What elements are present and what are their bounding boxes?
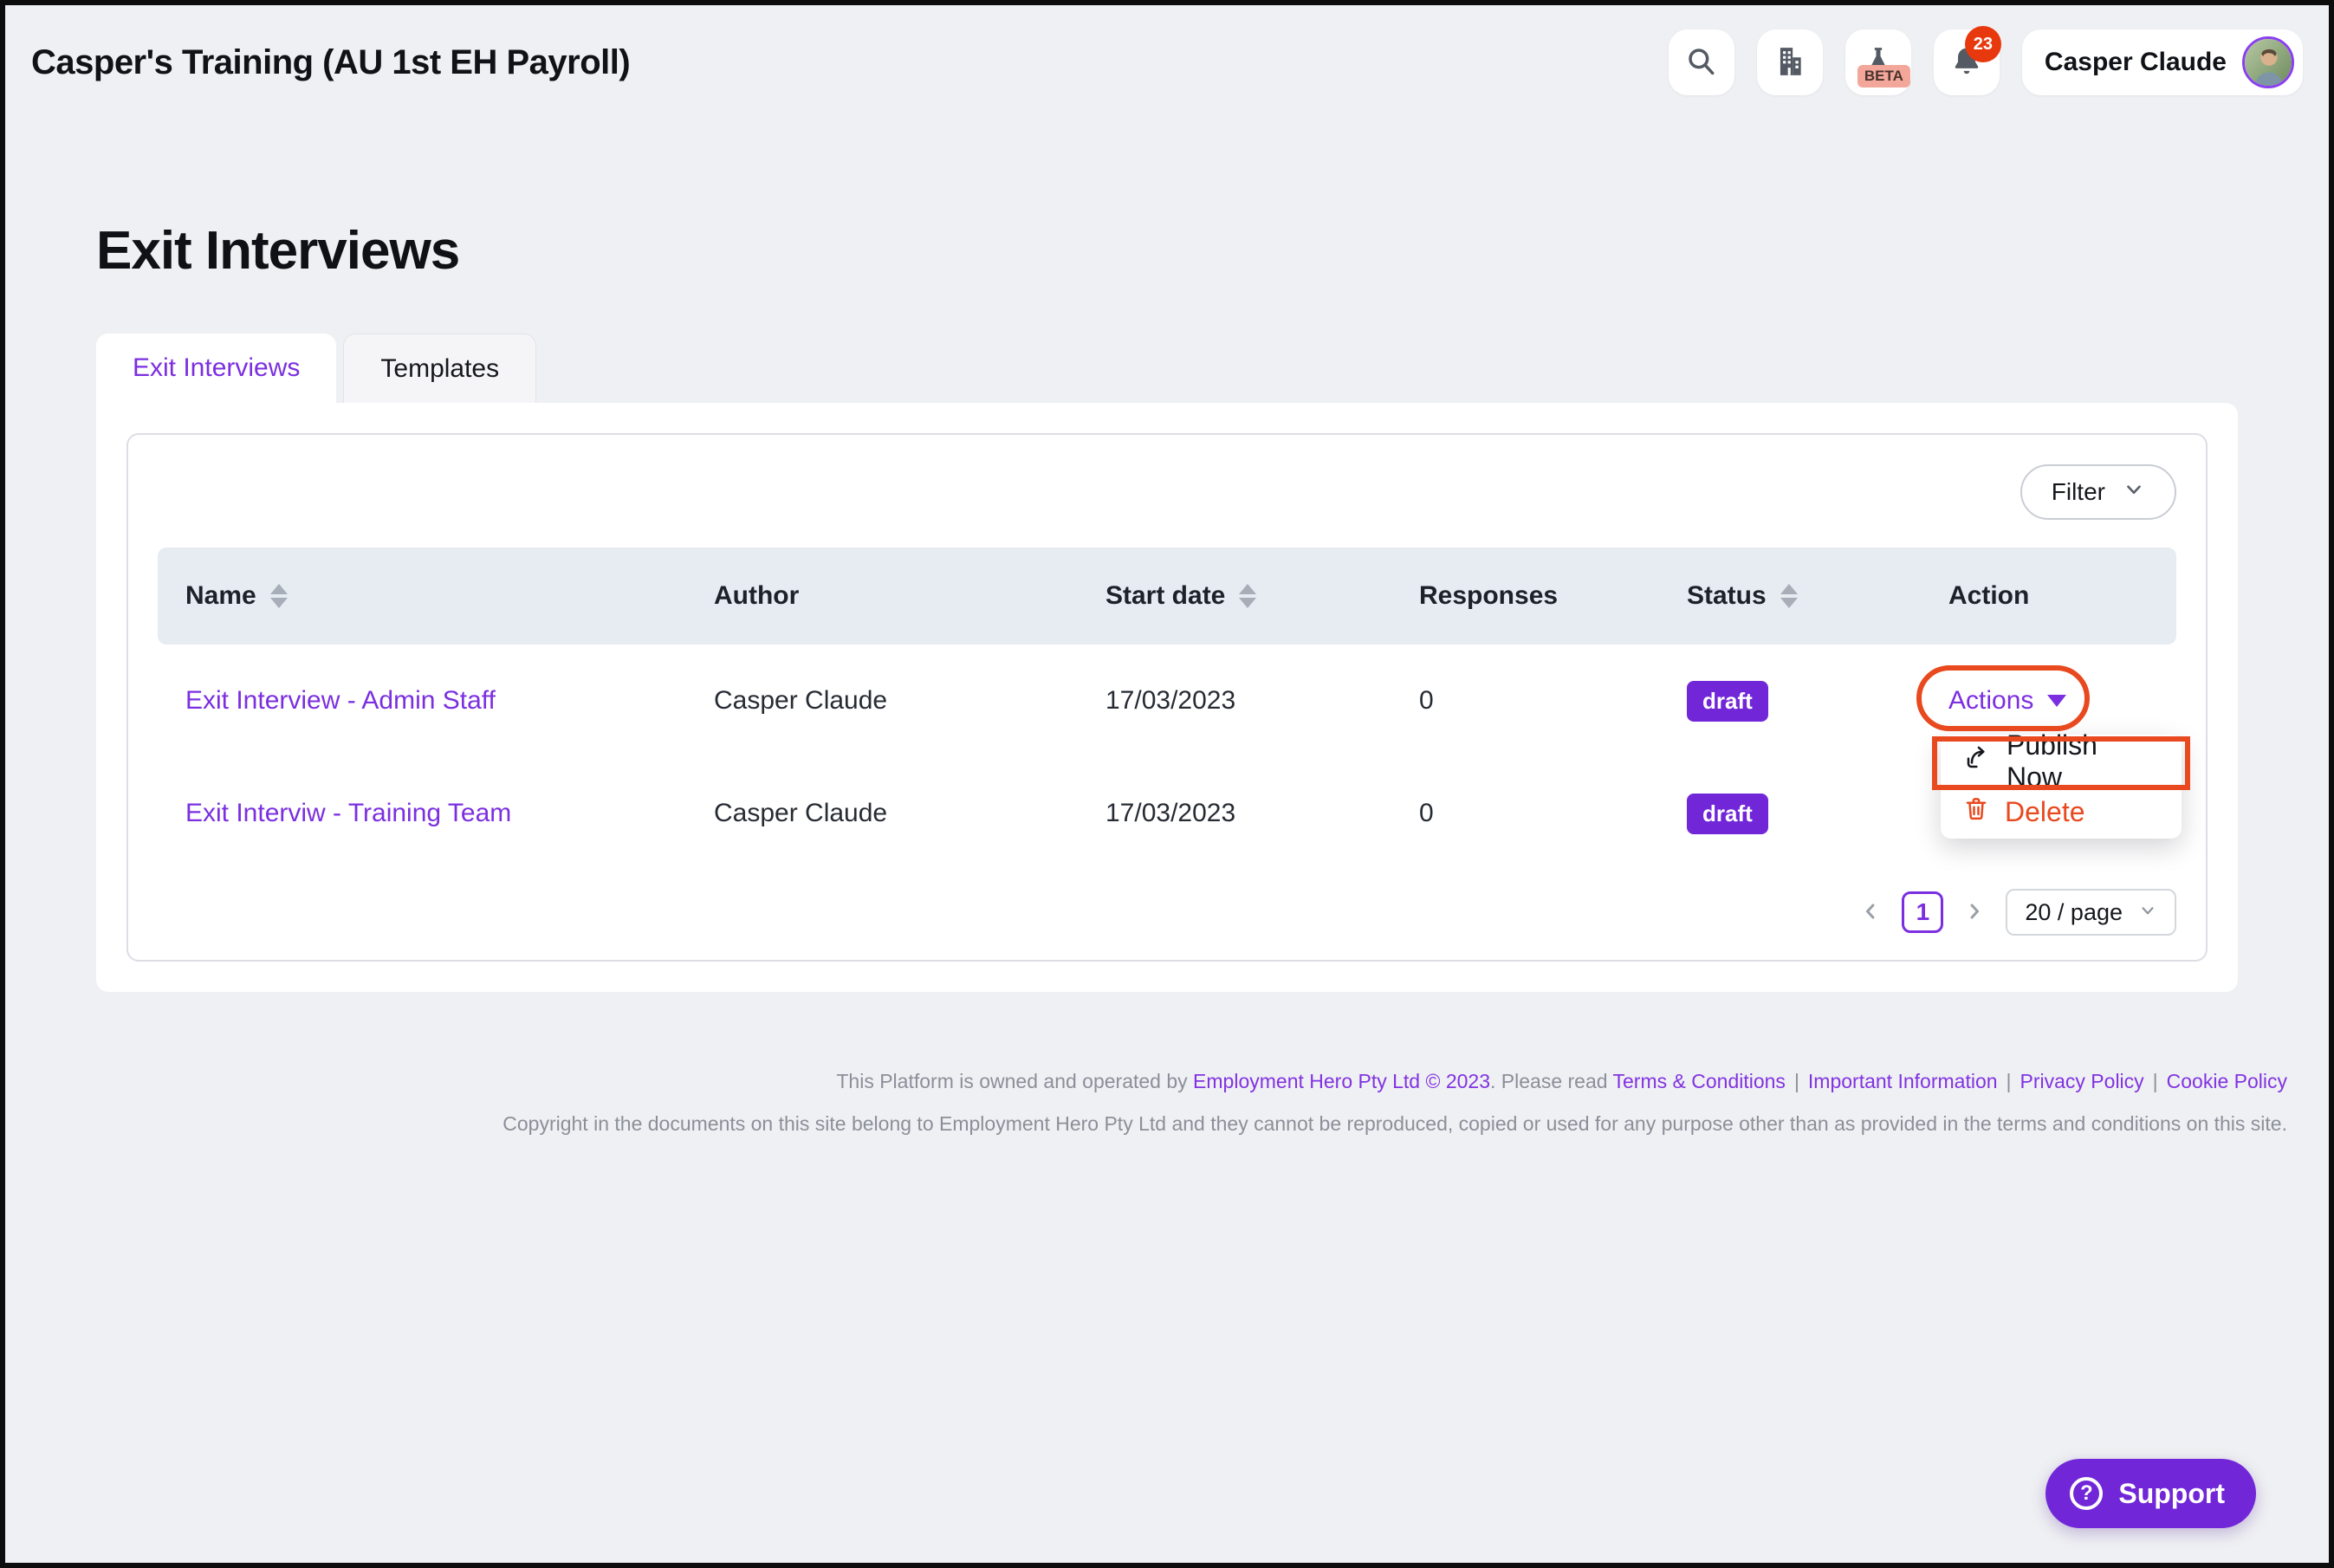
notification-count-badge: 23 — [1965, 26, 2001, 62]
interview-name-link[interactable]: Exit Interview - Admin Staff — [185, 686, 496, 715]
footer-separator: | — [1794, 1070, 1799, 1092]
menu-item-label: Publish Now — [2007, 729, 2159, 794]
chevron-down-icon — [2123, 478, 2145, 507]
important-information-link[interactable]: Important Information — [1808, 1070, 1998, 1092]
status-badge: draft — [1687, 794, 1768, 834]
column-header-status[interactable]: Status — [1687, 581, 1948, 611]
sort-arrows-icon — [270, 584, 288, 608]
chevron-down-icon — [2138, 899, 2157, 926]
user-menu-button[interactable]: Casper Claude — [2022, 29, 2303, 95]
author-cell: Casper Claude — [714, 799, 1105, 828]
actions-dropdown-menu: Publish Now Delete — [1941, 735, 2182, 839]
table-row: Exit Interview - Admin Staff Casper Clau… — [158, 645, 2176, 757]
top-header: Casper's Training (AU 1st EH Payroll) BE… — [5, 5, 2329, 120]
topbar-actions: BETA 23 Casper Claude — [1669, 29, 2303, 95]
footer-text: . Please read — [1490, 1070, 1613, 1092]
tab-bar: Exit Interviews Templates — [96, 334, 2329, 403]
page-title: Exit Interviews — [96, 220, 2329, 282]
tab-templates[interactable]: Templates — [343, 334, 536, 403]
interview-name-link[interactable]: Exit Interviw - Training Team — [185, 799, 511, 827]
search-button[interactable] — [1669, 29, 1734, 95]
start-date-cell: 17/03/2023 — [1105, 799, 1419, 828]
actions-dropdown-button[interactable]: Actions — [1948, 686, 2066, 716]
next-page-button[interactable] — [1962, 899, 1987, 926]
org-title: Casper's Training (AU 1st EH Payroll) — [31, 43, 630, 82]
building-icon — [1773, 45, 1806, 81]
table-card: Filter Name Author Start dat — [126, 433, 2208, 962]
status-badge: draft — [1687, 681, 1768, 722]
column-label: Name — [185, 581, 256, 611]
company-link[interactable]: Employment Hero Pty Ltd © 2023 — [1193, 1070, 1490, 1092]
pagination: 1 20 / page — [158, 889, 2176, 936]
menu-item-publish-now[interactable]: Publish Now — [1941, 736, 2182, 787]
avatar — [2242, 36, 2294, 88]
organisation-button[interactable] — [1757, 29, 1823, 95]
chevron-right-icon — [1962, 899, 1987, 926]
column-header-responses: Responses — [1419, 581, 1687, 611]
beta-badge: BETA — [1857, 65, 1910, 87]
chevron-left-icon — [1858, 899, 1883, 926]
search-icon — [1685, 45, 1718, 81]
filter-button[interactable]: Filter — [2020, 464, 2176, 520]
page-size-value: 20 / page — [2025, 899, 2123, 926]
question-circle-icon: ? — [2070, 1477, 2103, 1510]
column-label: Start date — [1105, 581, 1225, 611]
column-header-start-date[interactable]: Start date — [1105, 581, 1419, 611]
terms-conditions-link[interactable]: Terms & Conditions — [1613, 1070, 1786, 1092]
support-button[interactable]: ? Support — [2045, 1459, 2256, 1528]
column-header-action: Action — [1948, 581, 2176, 611]
menu-item-label: Delete — [2005, 796, 2085, 828]
column-label: Responses — [1419, 581, 1558, 611]
trash-icon — [1963, 795, 1989, 828]
table-row: Exit Interviw - Training Team Casper Cla… — [158, 757, 2176, 870]
actions-label: Actions — [1948, 686, 2033, 716]
beta-features-button[interactable]: BETA — [1845, 29, 1911, 95]
footer-separator: | — [2153, 1070, 2158, 1092]
sort-arrows-icon — [1780, 584, 1798, 608]
footer: This Platform is owned and operated by E… — [5, 1070, 2329, 1136]
responses-cell: 0 — [1419, 799, 1687, 828]
footer-line1: This Platform is owned and operated by E… — [5, 1070, 2287, 1093]
tab-exit-interviews[interactable]: Exit Interviews — [96, 334, 336, 403]
column-label: Status — [1687, 581, 1767, 611]
column-label: Author — [714, 581, 799, 611]
sort-arrows-icon — [1239, 584, 1256, 608]
footer-line2: Copyright in the documents on this site … — [5, 1112, 2287, 1136]
tab-panel: Filter Name Author Start dat — [96, 403, 2238, 992]
support-label: Support — [2118, 1478, 2225, 1510]
column-label: Action — [1948, 581, 2029, 611]
exit-interviews-table: Name Author Start date Responses Statu — [158, 548, 2176, 870]
responses-cell: 0 — [1419, 686, 1687, 716]
page-size-select[interactable]: 20 / page — [2006, 889, 2176, 936]
table-header-row: Name Author Start date Responses Statu — [158, 548, 2176, 645]
filter-label: Filter — [2052, 478, 2105, 506]
start-date-cell: 17/03/2023 — [1105, 686, 1419, 716]
privacy-policy-link[interactable]: Privacy Policy — [2020, 1070, 2144, 1092]
caret-down-icon — [2047, 695, 2066, 707]
cookie-policy-link[interactable]: Cookie Policy — [2167, 1070, 2287, 1092]
column-header-author: Author — [714, 581, 1105, 611]
page: Casper's Training (AU 1st EH Payroll) BE… — [0, 0, 2334, 1568]
column-header-name[interactable]: Name — [158, 581, 714, 611]
menu-item-delete[interactable]: Delete — [1941, 787, 2182, 837]
footer-separator: | — [2007, 1070, 2012, 1092]
notifications-button[interactable]: 23 — [1934, 29, 2000, 95]
user-name: Casper Claude — [2045, 48, 2227, 77]
share-icon — [1963, 744, 1991, 779]
previous-page-button[interactable] — [1858, 899, 1883, 926]
author-cell: Casper Claude — [714, 686, 1105, 716]
card-toolbar: Filter — [158, 435, 2176, 548]
page-number-button[interactable]: 1 — [1902, 891, 1943, 933]
footer-text: This Platform is owned and operated by — [836, 1070, 1193, 1092]
